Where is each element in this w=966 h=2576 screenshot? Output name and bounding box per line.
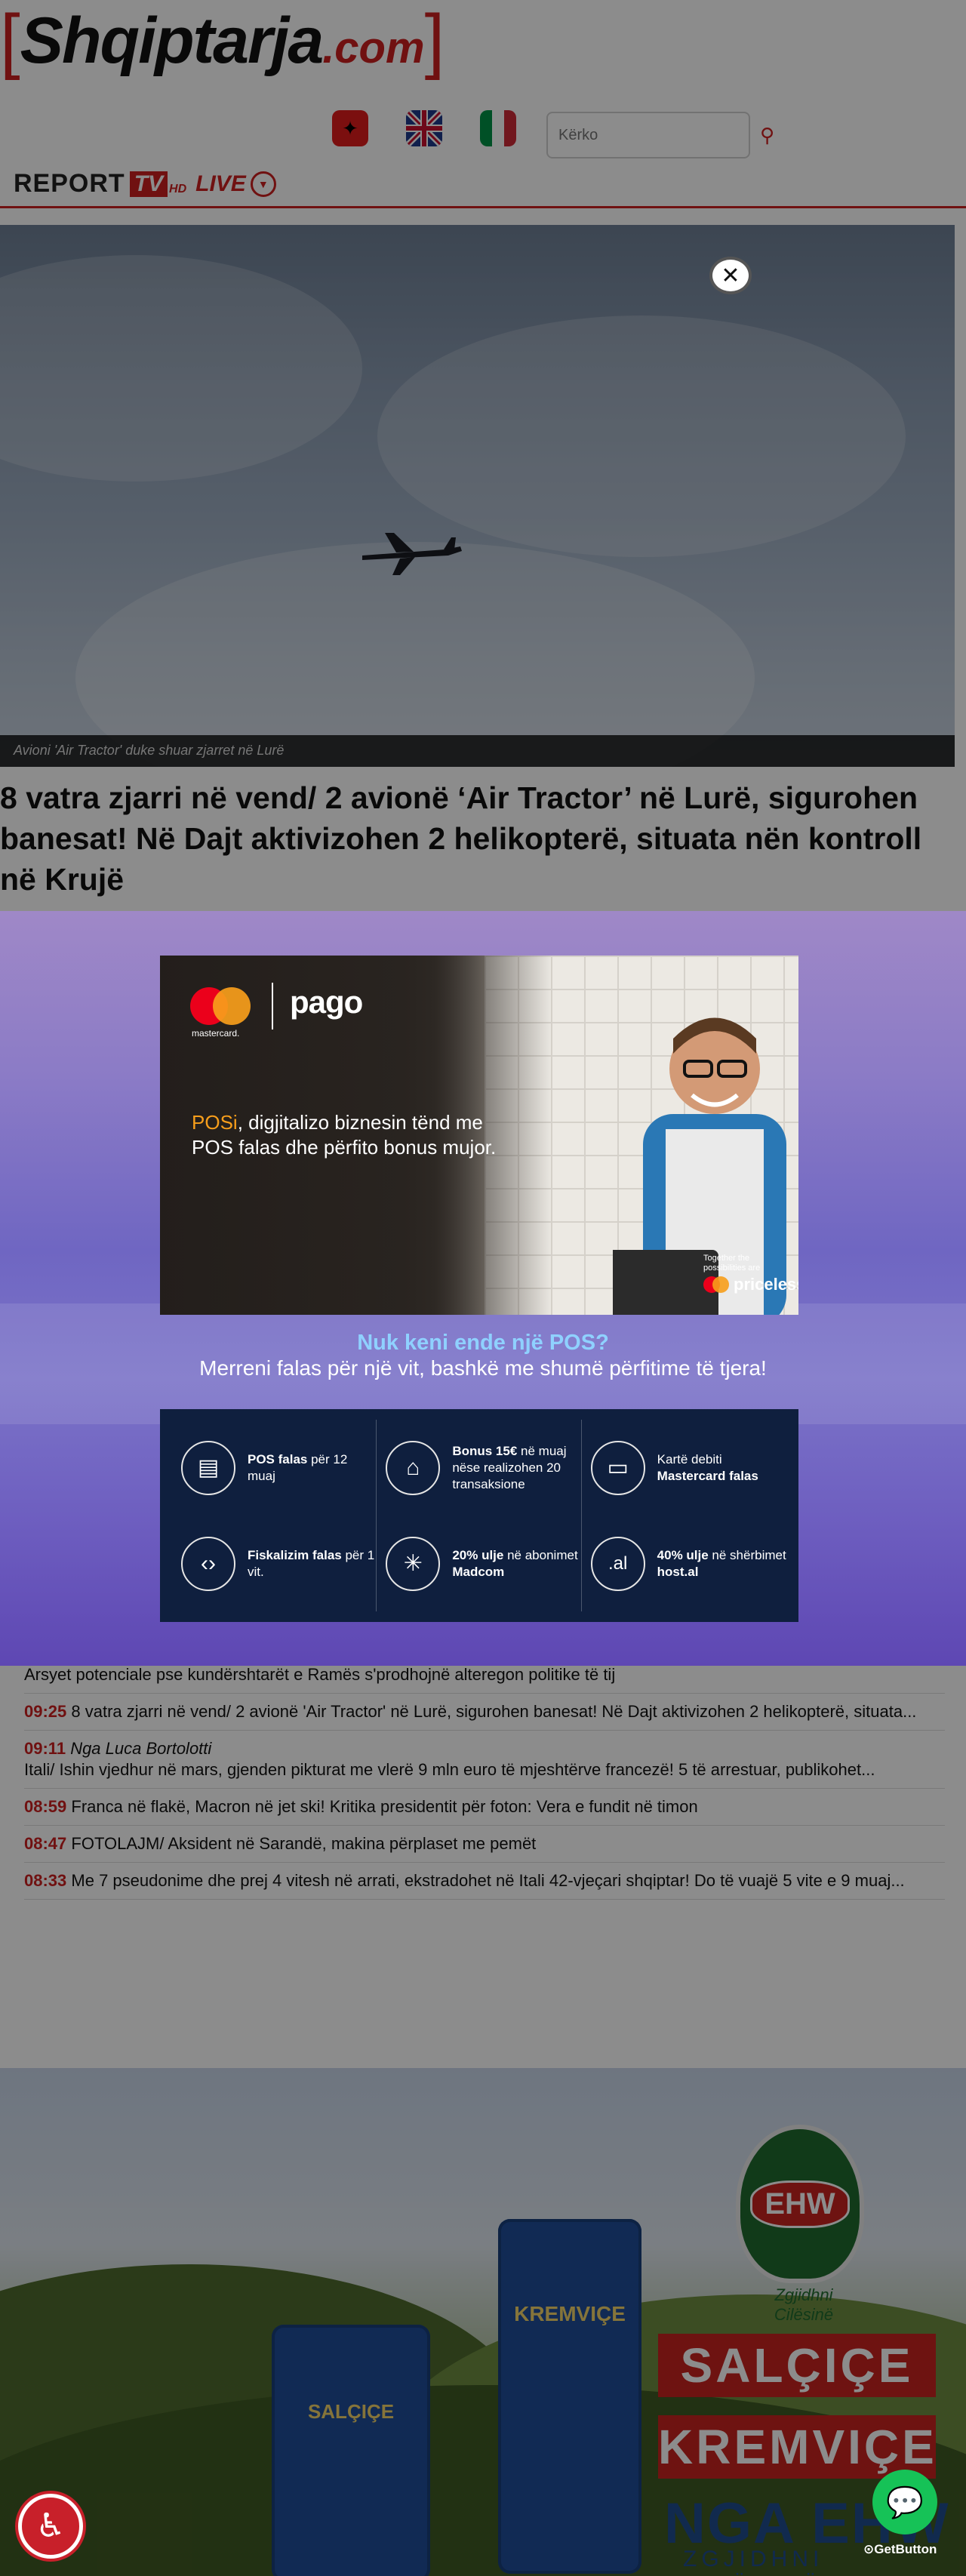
- accessibility-button[interactable]: ♿: [18, 2494, 83, 2559]
- benefit-madcom: ✳ 20% ulje në abonimet Madcom: [377, 1516, 582, 1611]
- benefit-debit-card: ▭ Kartë debiti Mastercard falas: [582, 1420, 786, 1516]
- promo-image[interactable]: mastercard. pago POSi, digjitalizo bizne…: [160, 956, 798, 1315]
- code-icon: ‹›: [181, 1536, 235, 1591]
- accessibility-icon: ♿: [35, 2507, 66, 2544]
- benefit-pos-free: ▤ POS falas për 12 muaj: [172, 1420, 377, 1516]
- benefit-bonus: ⌂ Bonus 15€ në muaj nëse realizohen 20 t…: [377, 1420, 582, 1516]
- priceless-logo: Together the possibilities are priceless: [703, 1254, 798, 1294]
- domain-icon: .al: [590, 1536, 645, 1591]
- close-ad-button[interactable]: ✕: [709, 257, 752, 294]
- benefit-hostal: .al 40% ulje në shërbimet host.al: [582, 1516, 786, 1611]
- chat-bubble-icon: 💬: [886, 2485, 924, 2519]
- benefits-panel[interactable]: ▤ POS falas për 12 muaj ⌂ Bonus 15€ në m…: [160, 1409, 798, 1622]
- pago-logo: pago: [290, 984, 363, 1020]
- getbutton-label[interactable]: ⊙GetButton: [863, 2542, 937, 2557]
- whatsapp-chat-button[interactable]: 💬: [872, 2470, 937, 2534]
- asterisk-icon: ✳: [386, 1536, 441, 1591]
- card-icon: ▭: [590, 1440, 645, 1495]
- modal-subtitle: Merreni falas për një vit, bashkë me shu…: [199, 1356, 767, 1380]
- benefit-fiscalization: ‹› Fiskalizim falas për 1 vit.: [172, 1516, 377, 1611]
- pos-terminal-icon: ▤: [181, 1440, 235, 1495]
- promo-text: POSi, digjitalizo biznesin tënd me POS f…: [192, 1111, 497, 1159]
- gift-icon: ⌂: [386, 1440, 441, 1495]
- pago-promo-modal[interactable]: mastercard. pago POSi, digjitalizo bizne…: [0, 911, 966, 1666]
- modal-question: Nuk keni ende një POS?: [357, 1331, 609, 1355]
